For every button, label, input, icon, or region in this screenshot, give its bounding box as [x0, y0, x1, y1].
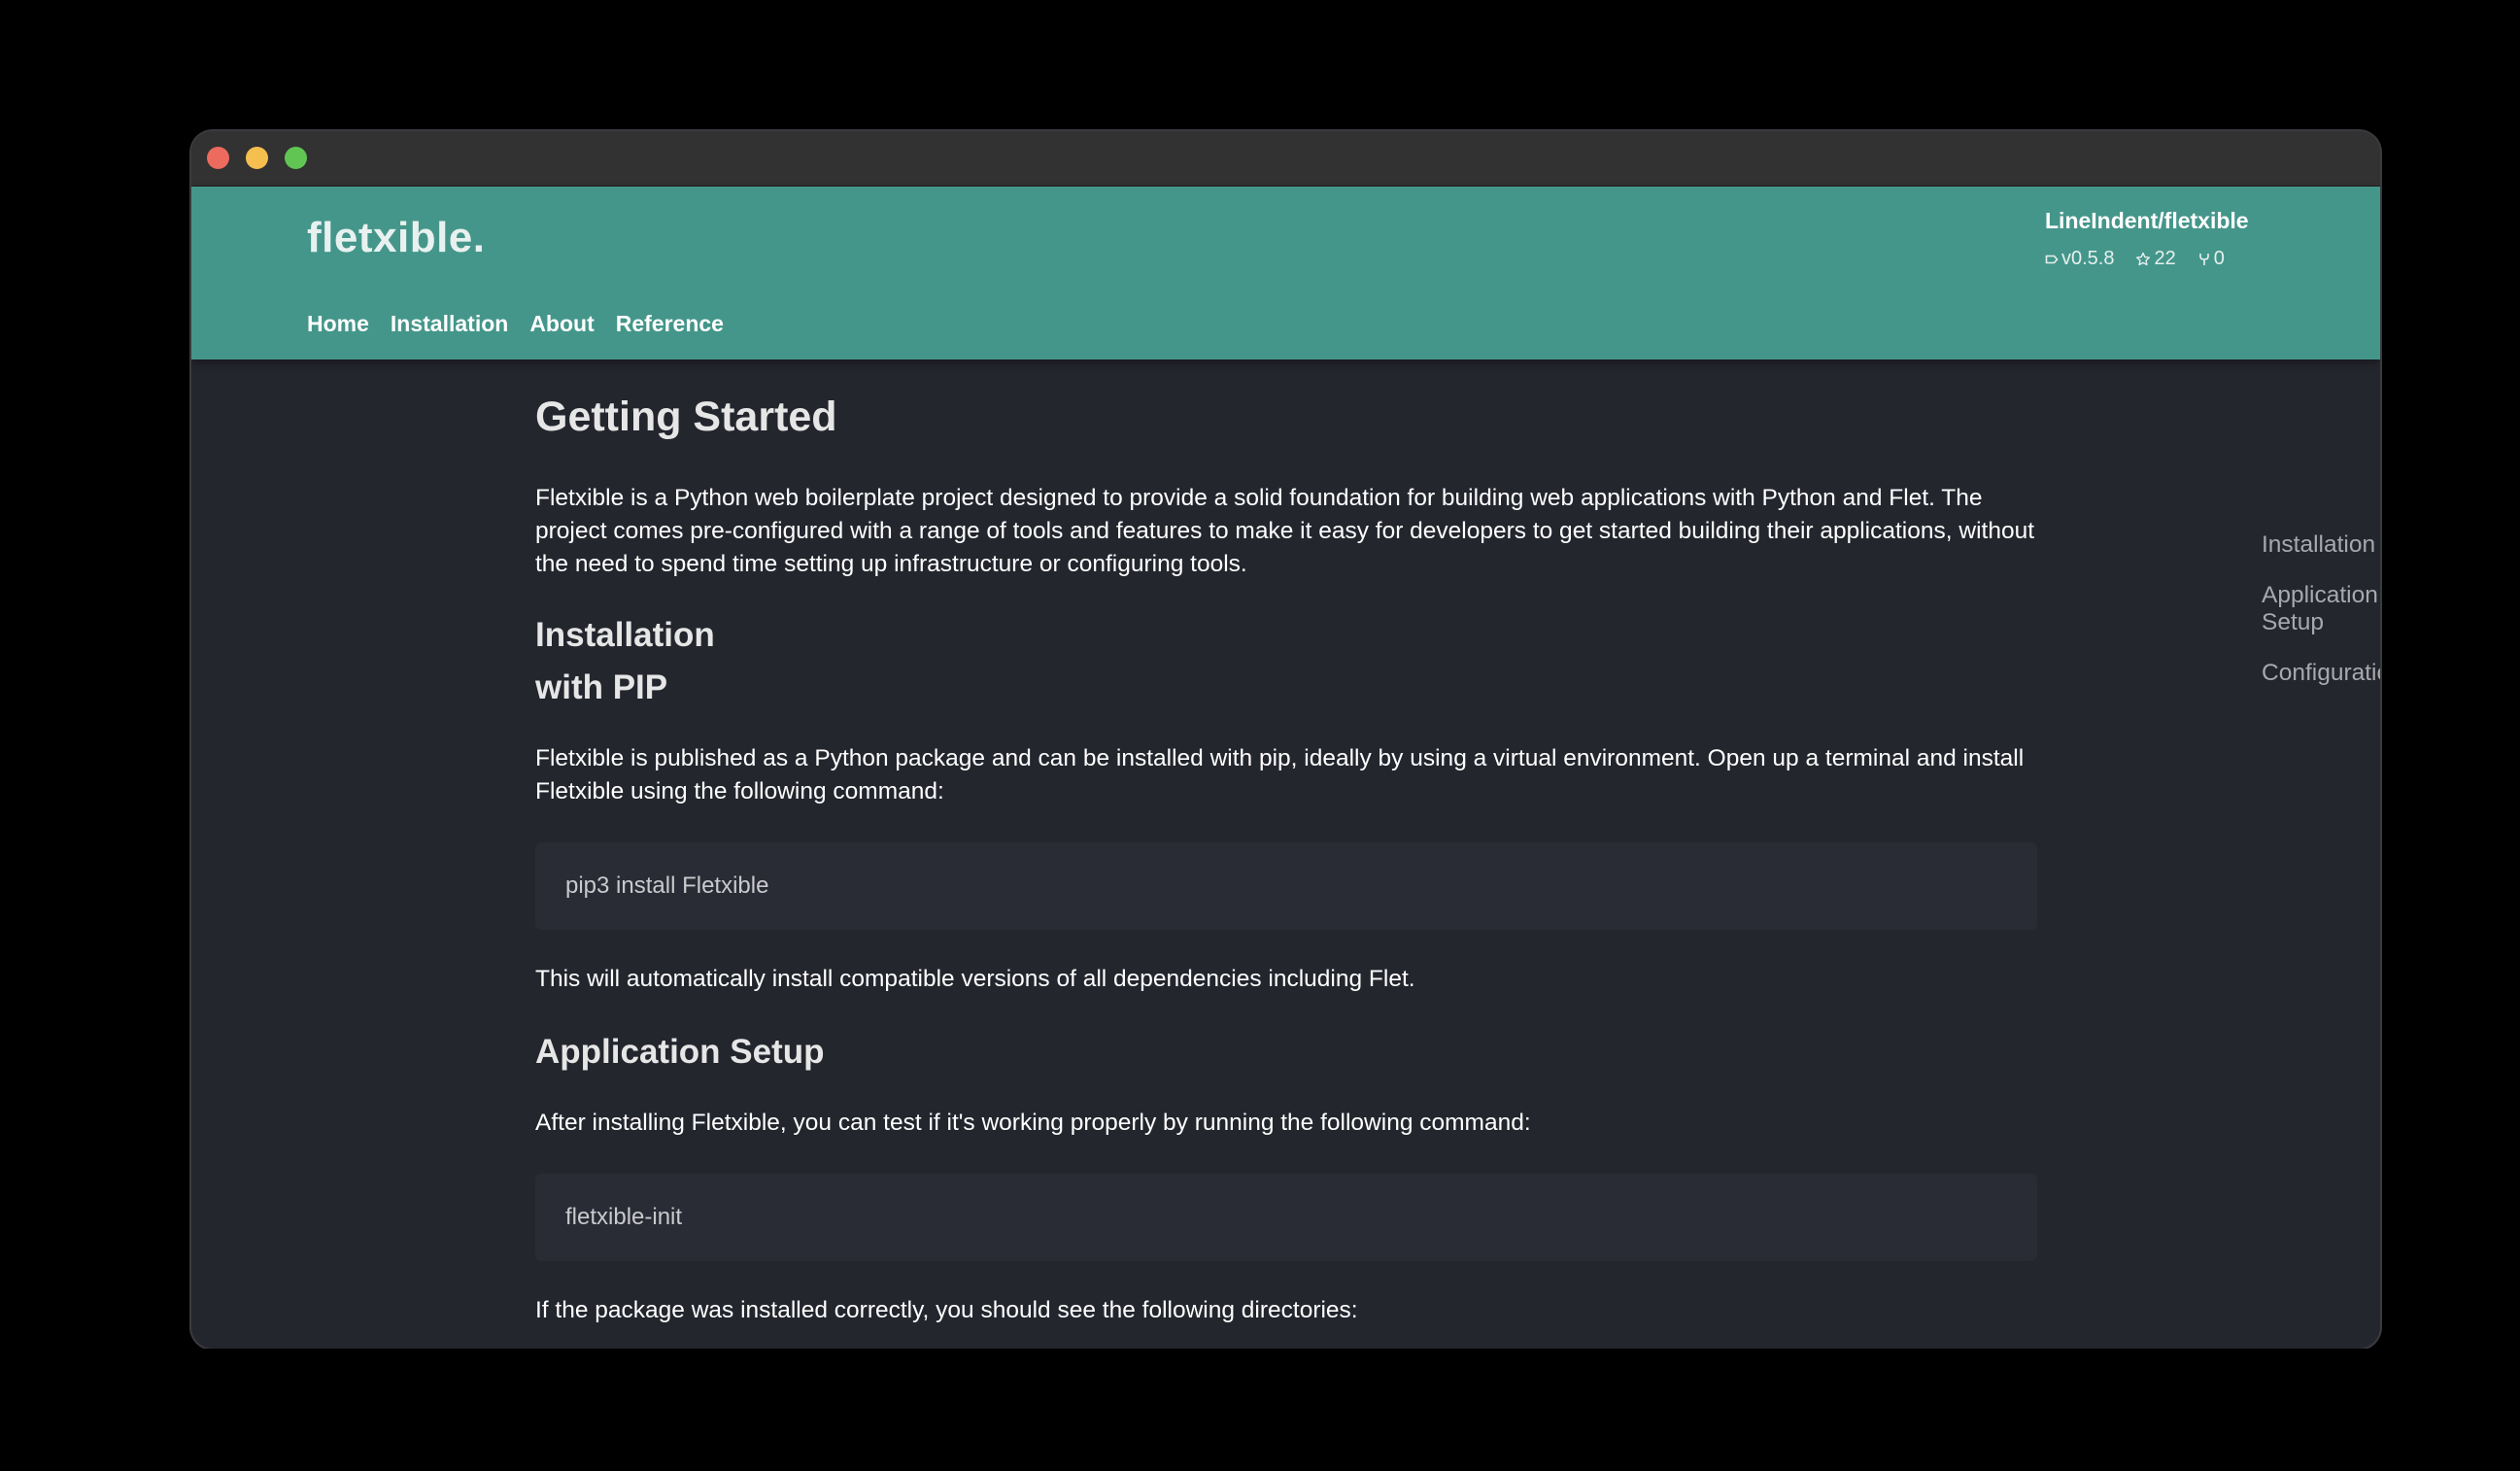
setup-command-text: fletxible-init — [565, 1204, 683, 1230]
nav-link-reference[interactable]: Reference — [616, 311, 724, 337]
site-header: fletxible. Home Installation About Refer… — [191, 187, 2380, 359]
toc-link-installation[interactable]: Installation — [2262, 531, 2380, 559]
tag-icon — [2045, 253, 2059, 266]
repo-link[interactable]: LineIndent/fletxible v0.5.8 22 0 — [2045, 208, 2249, 270]
nav-link-about[interactable]: About — [529, 311, 594, 337]
pip-command-codeblock[interactable]: pip3 install Fletxible — [535, 842, 2037, 930]
minimize-window-button[interactable] — [246, 147, 268, 169]
installation-heading: Installation — [535, 616, 715, 654]
maximize-window-button[interactable] — [285, 147, 307, 169]
intro-paragraph: Fletxible is a Python web boilerplate pr… — [535, 485, 2034, 577]
fork-icon — [2197, 252, 2211, 267]
page-title: Getting Started — [535, 393, 837, 440]
pip-note: This will automatically install compatib… — [535, 966, 1415, 992]
application-setup-heading: Application Setup — [535, 1033, 825, 1071]
close-window-button[interactable] — [207, 147, 229, 169]
nav-link-home[interactable]: Home — [307, 311, 369, 337]
main-content: Getting Started Fletxible is a Python we… — [535, 393, 2037, 1327]
toc-link-application-setup[interactable]: Application Setup — [2262, 582, 2380, 636]
nav-link-installation[interactable]: Installation — [391, 311, 508, 337]
repo-facts: v0.5.8 22 0 — [2045, 248, 2249, 270]
main-nav: Home Installation About Reference — [307, 311, 724, 337]
pip-command-text: pip3 install Fletxible — [565, 872, 769, 899]
repo-forks: 0 — [2197, 248, 2225, 270]
setup-paragraph: After installing Fletxible, you can test… — [535, 1110, 1531, 1136]
repo-stars: 22 — [2135, 248, 2176, 270]
repo-name: LineIndent/fletxible — [2045, 208, 2249, 233]
setup-command-codeblock[interactable]: fletxible-init — [535, 1174, 2037, 1261]
window-titlebar — [191, 131, 2380, 187]
toc-link-configuration[interactable]: Configuration — [2262, 660, 2380, 687]
pip-heading: with PIP — [535, 668, 668, 706]
table-of-contents: Installation Application Setup Configura… — [2262, 531, 2380, 710]
star-icon — [2135, 252, 2151, 267]
repo-version: v0.5.8 — [2045, 248, 2114, 270]
content-clip-mask — [191, 1349, 2380, 1471]
site-title[interactable]: fletxible. — [307, 214, 486, 262]
setup-note: If the package was installed correctly, … — [535, 1297, 1358, 1323]
pip-paragraph: Fletxible is published as a Python packa… — [535, 745, 2025, 804]
